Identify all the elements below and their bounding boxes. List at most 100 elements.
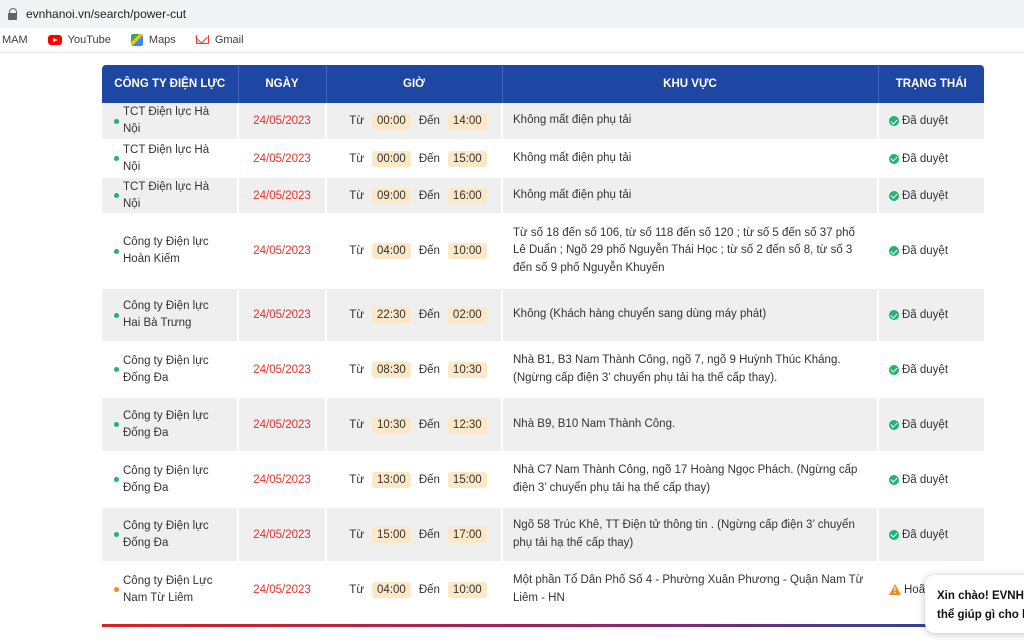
company-name: Công ty Điện lực Hai Bà Trưng xyxy=(123,300,209,329)
cell-date: 24/05/2023 xyxy=(238,103,327,140)
to-label: Đến xyxy=(418,528,440,541)
time-from-chip: 04:00 xyxy=(372,581,411,598)
table-row: Công ty Điện lực Hoàn Kiếm 24/05/2023 Từ 04… xyxy=(102,214,984,288)
warning-icon xyxy=(889,584,901,595)
status-label: Đã duyệt xyxy=(902,309,949,321)
from-label: Từ xyxy=(349,583,365,596)
status-dot-icon xyxy=(114,193,119,198)
to-label: Đến xyxy=(418,473,440,486)
time-to-chip: 17:00 xyxy=(447,526,487,543)
area-text: Từ số 18 đến số 106, từ số 118 đến số 12… xyxy=(513,226,855,274)
time-from-chip: 08:30 xyxy=(372,361,411,378)
cell-status: Đã duyệt xyxy=(878,342,984,397)
gmail-icon xyxy=(195,35,209,45)
cell-date: 24/05/2023 xyxy=(238,342,327,397)
from-label: Từ xyxy=(349,528,365,541)
cell-company: TCT Điện lực Hà Nội xyxy=(102,140,239,177)
time-from-chip: 10:30 xyxy=(372,416,411,433)
time-from-chip: 22:30 xyxy=(372,307,411,323)
area-text: Nhà C7 Nam Thành Công, ngõ 17 Hoàng Ngọc… xyxy=(513,464,858,494)
check-circle-icon xyxy=(889,310,899,320)
cell-area: Một phần Tổ Dân Phố Số 4 - Phường Xuân P… xyxy=(502,562,879,617)
time-to-chip: 14:00 xyxy=(447,113,487,129)
cell-status: Đã duyệt xyxy=(878,397,984,452)
bookmark-mam[interactable]: MAM xyxy=(2,34,28,46)
cell-date: 24/05/2023 xyxy=(238,177,327,214)
table-row: TCT Điện lực Hà Nội 24/05/2023 Từ 00:00 Đến 1… xyxy=(102,103,984,140)
area-text: Ngõ 58 Trúc Khê, TT Điện tử thông tin . … xyxy=(513,519,855,549)
header-time: GIỜ xyxy=(326,65,503,103)
table-row: Công ty Điện lực Đống Đa 24/05/2023 Từ 10:3… xyxy=(102,397,984,452)
to-label: Đến xyxy=(418,418,440,431)
company-name: Công ty Điện Lực Nam Từ Liêm xyxy=(123,574,213,604)
cell-time: Từ 10:30 Đến 12:30 xyxy=(326,397,503,452)
check-circle-icon xyxy=(889,190,899,201)
bookmark-maps[interactable]: Maps xyxy=(130,34,176,46)
status-dot-icon xyxy=(114,422,119,427)
url-text[interactable]: evnhanoi.vn/search/power-cut xyxy=(26,7,186,21)
table-row: Công ty Điện lực Đống Đa 24/05/2023 Từ 08:3… xyxy=(102,342,984,397)
cell-time: Từ 04:00 Đến 10:00 xyxy=(326,562,503,617)
check-circle-icon xyxy=(889,116,899,126)
check-circle-icon xyxy=(889,529,899,540)
cell-area: Không mất điện phụ tải xyxy=(502,177,879,214)
status-label: Đã duyệt xyxy=(902,363,949,376)
bookmark-label: YouTube xyxy=(67,34,111,46)
check-circle-icon xyxy=(889,246,899,256)
status-label: Đã duyệt xyxy=(902,418,949,431)
cell-company: TCT Điện lực Hà Nội xyxy=(102,103,239,140)
from-label: Từ xyxy=(349,363,365,376)
check-circle-icon xyxy=(889,153,899,164)
table-bottom-border xyxy=(102,624,984,627)
from-label: Từ xyxy=(349,152,365,165)
status-dot-icon xyxy=(114,118,119,124)
status-badge: Đã duyệt xyxy=(879,364,984,376)
cell-area: Từ số 18 đến số 106, từ số 118 đến số 12… xyxy=(502,214,879,288)
from-label: Từ xyxy=(349,473,365,486)
to-label: Đến xyxy=(418,363,440,376)
time-from-chip: 00:00 xyxy=(372,150,411,167)
check-circle-icon xyxy=(889,419,899,430)
time-to-chip: 12:30 xyxy=(447,416,487,433)
cell-company: Công ty Điện lực Đống Đa xyxy=(102,452,239,507)
chat-line-2: thể giúp gì cho b xyxy=(937,609,1024,621)
company-name: TCT Điện lực Hà Nội xyxy=(123,143,210,173)
cell-date: 24/05/2023 xyxy=(238,452,327,507)
to-label: Đến xyxy=(418,583,440,596)
status-badge: Đã duyệt xyxy=(879,309,984,321)
time-to-chip: 10:00 xyxy=(447,581,487,598)
cell-status: Đã duyệt xyxy=(878,452,984,507)
to-label: Đến xyxy=(418,245,440,257)
status-label: Đã duyệt xyxy=(902,189,949,202)
status-dot-icon xyxy=(114,532,119,537)
table-row: Công ty Điện lực Hai Bà Trưng 24/05/2023 T… xyxy=(102,288,984,342)
bookmark-youtube[interactable]: YouTube xyxy=(47,34,111,46)
chat-widget[interactable]: Xin chào! EVNHA thể giúp gì cho b xyxy=(925,575,1024,633)
time-from-chip: 04:00 xyxy=(372,243,411,259)
from-label: Từ xyxy=(349,115,365,127)
bookmark-gmail[interactable]: Gmail xyxy=(195,34,244,46)
status-badge: Đã duyệt xyxy=(879,419,984,431)
status-badge: Đã duyệt xyxy=(879,115,984,127)
power-cut-table: CÔNG TY ĐIỆN LỰC NGÀY GIỜ KHU VỰC TRẠNG … xyxy=(102,65,984,618)
status-label: Đã duyệt xyxy=(902,245,949,257)
cell-time: Từ 04:00 Đến 10:00 xyxy=(326,214,503,288)
cell-status: Đã duyệt xyxy=(878,507,984,562)
lock-icon xyxy=(8,8,18,20)
area-text: Nhà B1, B3 Nam Thành Công, ngõ 7, ngõ 9 … xyxy=(513,354,841,384)
time-to-chip: 10:30 xyxy=(447,361,487,378)
cell-time: Từ 13:00 Đến 15:00 xyxy=(326,452,503,507)
cell-status: Đã duyệt xyxy=(878,140,984,177)
table-row: TCT Điện lực Hà Nội 24/05/2023 Từ 09:00 Đến 1… xyxy=(102,177,984,214)
from-label: Từ xyxy=(349,245,365,257)
cell-date: 24/05/2023 xyxy=(238,397,327,452)
status-badge: Đã duyệt xyxy=(879,153,984,165)
address-bar[interactable]: evnhanoi.vn/search/power-cut xyxy=(0,0,1024,28)
status-label: Đã duyệt xyxy=(902,473,949,486)
table-row: Công ty Điện lực Đống Đa 24/05/2023 Từ 15:0… xyxy=(102,507,984,562)
from-label: Từ xyxy=(349,309,365,321)
bookmark-label: MAM xyxy=(2,34,28,46)
company-name: Công ty Điện lực Đống Đa xyxy=(123,464,209,494)
check-circle-icon xyxy=(889,364,899,375)
to-label: Đến xyxy=(418,115,440,127)
